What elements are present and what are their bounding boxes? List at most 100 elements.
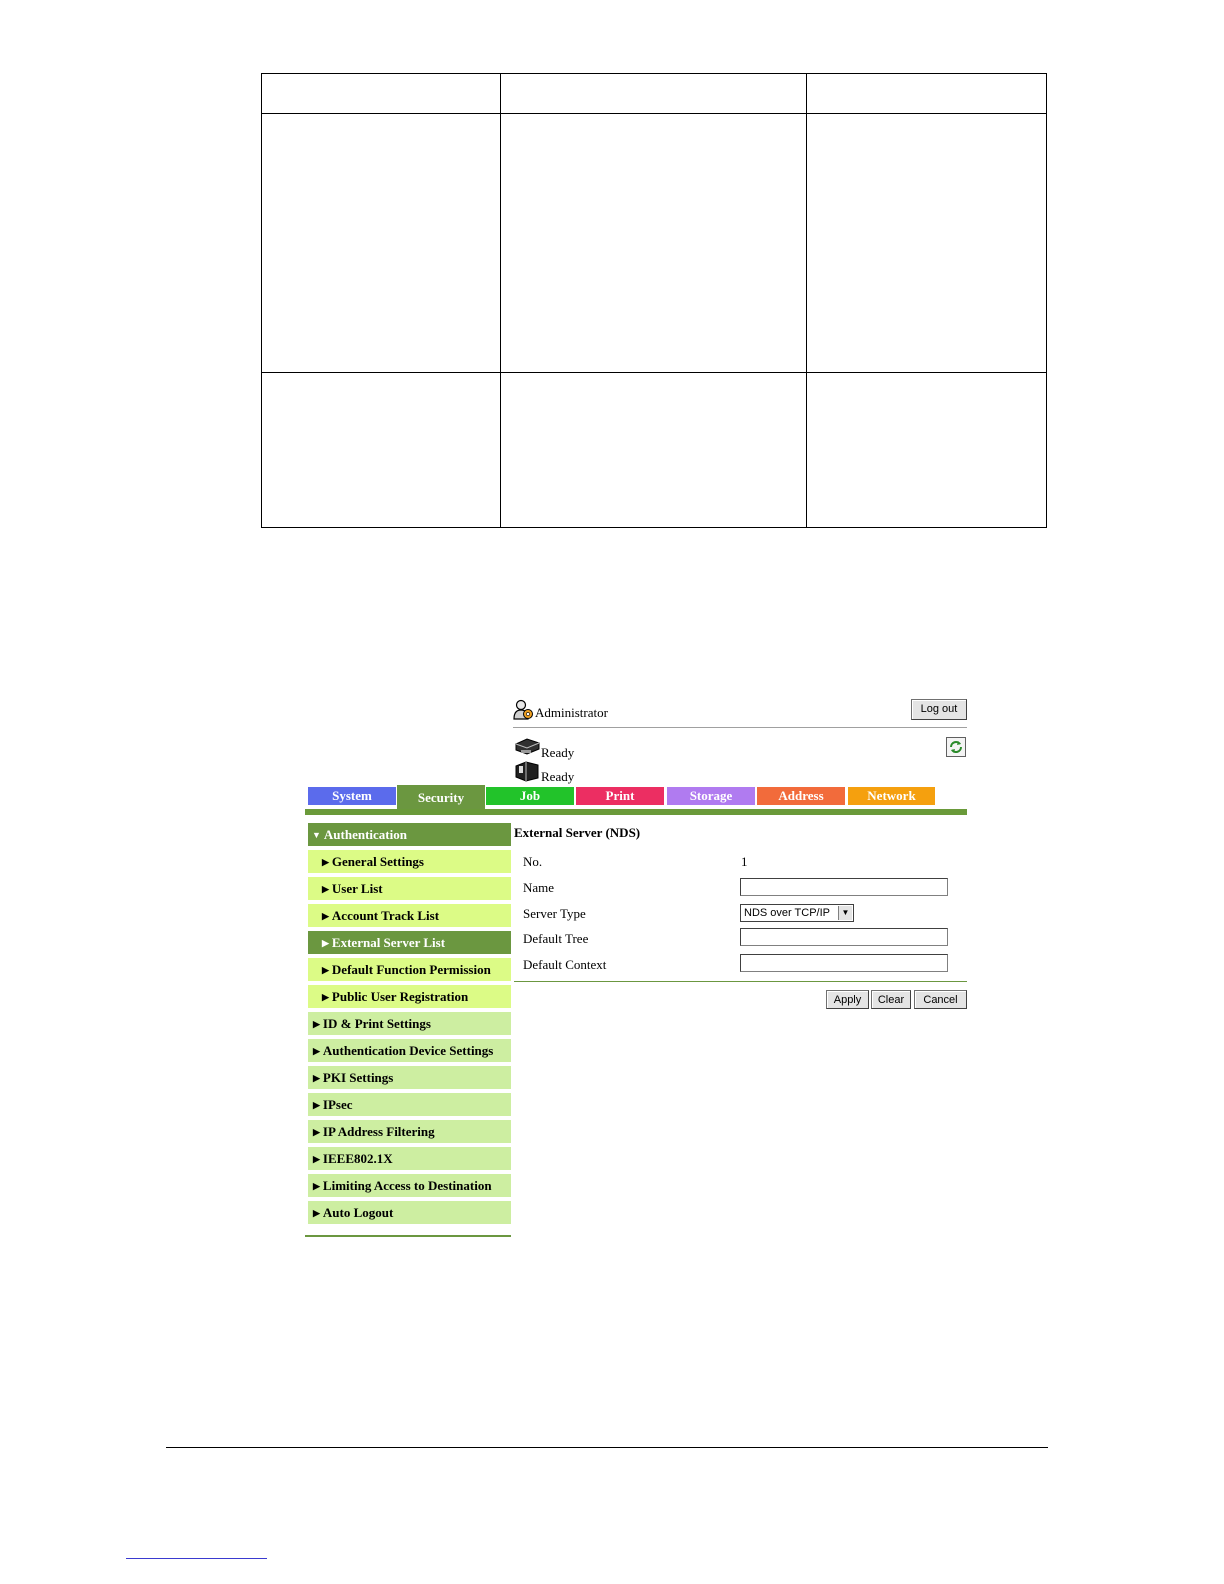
sidebar-item-label: General Settings — [331, 854, 424, 869]
triangle-right-icon: ▶ — [322, 965, 329, 975]
default-context-input[interactable] — [740, 954, 948, 972]
server-type-select[interactable]: NDS over TCP/IP ▼ — [740, 904, 854, 922]
sidebar-item-label: Limiting Access to Destination — [322, 1178, 492, 1193]
tab-label: Address — [778, 788, 824, 803]
table-header-row — [261, 72, 1047, 115]
table-cell — [500, 113, 807, 373]
triangle-right-icon: ▶ — [313, 1019, 320, 1029]
clear-button[interactable]: Clear — [871, 990, 911, 1009]
footer-rule — [166, 1447, 1048, 1448]
printer-icon — [515, 738, 540, 755]
document-tray-icon — [515, 761, 539, 782]
sidebar-item-label: Authentication Device Settings — [322, 1043, 494, 1058]
sidebar-item-label: Account Track List — [331, 908, 440, 923]
sidebar-item-label: User List — [331, 881, 383, 896]
refresh-button[interactable] — [946, 737, 966, 757]
sidebar-item-label: Authentication — [323, 827, 407, 842]
sidebar-item-default-function-permission[interactable]: ▶ Default Function Permission — [308, 958, 511, 981]
triangle-right-icon: ▶ — [322, 938, 329, 948]
sidebar-item-label: Default Function Permission — [331, 962, 491, 977]
triangle-right-icon: ▶ — [313, 1046, 320, 1056]
sidebar-item-ip-address-filtering[interactable]: ▶ IP Address Filtering — [308, 1120, 511, 1143]
tab-system[interactable]: System — [308, 787, 396, 805]
triangle-right-icon: ▶ — [313, 1073, 320, 1083]
sidebar-item-label: Auto Logout — [322, 1205, 394, 1220]
sidebar-item-external-server-list[interactable]: ▶ External Server List — [308, 931, 511, 954]
footer-link-underline — [126, 1558, 267, 1559]
table-cell — [806, 371, 1047, 529]
chevron-down-icon: ▼ — [838, 906, 852, 920]
tab-label: Security — [417, 790, 465, 805]
sidebar-item-account-track-list[interactable]: ▶ Account Track List — [308, 904, 511, 927]
sidebar-item-pki-settings[interactable]: ▶ PKI Settings — [308, 1066, 511, 1089]
printer-status: Ready — [513, 736, 613, 760]
tab-label: Network — [867, 788, 916, 803]
sidebar-item-user-list[interactable]: ▶ User List — [308, 877, 511, 900]
page-title: External Server (NDS) — [514, 825, 641, 840]
fax-status: Ready — [513, 760, 613, 784]
name-label: Name — [523, 880, 555, 895]
tab-job[interactable]: Job — [486, 787, 574, 805]
no-value: 1 — [741, 854, 748, 869]
triangle-right-icon: ▶ — [313, 1181, 320, 1191]
table-cell — [500, 371, 807, 529]
tab-storage[interactable]: Storage — [667, 787, 755, 805]
sidebar-bottom-rule — [305, 1235, 511, 1237]
server-type-value: NDS over TCP/IP — [744, 907, 830, 919]
sidebar-item-label: IP Address Filtering — [322, 1124, 435, 1139]
sidebar-item-public-user-registration[interactable]: ▶ Public User Registration — [308, 985, 511, 1008]
table-cell — [261, 113, 501, 373]
sidebar-item-label: Public User Registration — [331, 989, 469, 1004]
form-divider — [514, 981, 967, 982]
name-input[interactable] — [740, 878, 948, 896]
sidebar-item-ieee8021x[interactable]: ▶ IEEE802.1X — [308, 1147, 511, 1170]
sidebar-item-general-settings[interactable]: ▶ General Settings — [308, 850, 511, 873]
sidebar-item-authentication[interactable]: ▼ Authentication — [308, 823, 511, 846]
printer-status-text: Ready — [541, 745, 575, 760]
sidebar-item-label: IPsec — [322, 1097, 353, 1112]
sidebar-item-ipsec[interactable]: ▶ IPsec — [308, 1093, 511, 1116]
user-label: Administrator — [535, 705, 608, 720]
table-cell — [500, 72, 807, 115]
administrator-icon — [513, 699, 533, 720]
table-cell — [806, 113, 1047, 373]
tab-label: System — [332, 788, 372, 803]
sidebar-item-id-print-settings[interactable]: ▶ ID & Print Settings — [308, 1012, 511, 1035]
sidebar-item-label: External Server List — [331, 935, 446, 950]
tab-label: Print — [605, 788, 635, 803]
cancel-button[interactable]: Cancel — [914, 990, 967, 1009]
table-cell — [806, 72, 1047, 115]
tab-network[interactable]: Network — [848, 787, 935, 805]
triangle-right-icon: ▶ — [313, 1127, 320, 1137]
triangle-right-icon: ▶ — [322, 992, 329, 1002]
tab-security[interactable]: Security — [397, 785, 485, 809]
main-tabs: System Security Job Print Storage Addres… — [305, 785, 967, 817]
tab-address[interactable]: Address — [757, 787, 845, 805]
no-label: No. — [523, 854, 543, 869]
apply-button[interactable]: Apply — [826, 990, 869, 1009]
default-tree-label: Default Tree — [523, 931, 589, 946]
default-tree-input[interactable] — [740, 928, 948, 946]
sidebar-item-label: IEEE802.1X — [322, 1151, 393, 1166]
fax-status-text: Ready — [541, 769, 575, 784]
tab-underline — [305, 809, 967, 815]
sidebar-item-auto-logout[interactable]: ▶ Auto Logout — [308, 1201, 511, 1224]
tab-label: Job — [519, 788, 541, 803]
sidebar-item-authentication-device-settings[interactable]: ▶ Authentication Device Settings — [308, 1039, 511, 1062]
user-header: Administrator Log out — [513, 697, 967, 728]
logout-button[interactable]: Log out — [911, 699, 967, 720]
triangle-right-icon: ▶ — [313, 1154, 320, 1164]
table-row — [261, 371, 1047, 529]
table-cell — [261, 72, 501, 115]
table-cell — [261, 371, 501, 529]
triangle-down-icon: ▼ — [312, 830, 321, 840]
triangle-right-icon: ▶ — [313, 1100, 320, 1110]
table-row — [261, 113, 1047, 373]
sidebar-item-label: ID & Print Settings — [322, 1016, 431, 1031]
empty-table — [261, 72, 1047, 529]
server-type-label: Server Type — [523, 906, 586, 921]
sidebar-item-limiting-access-to-destination[interactable]: ▶ Limiting Access to Destination — [308, 1174, 511, 1197]
tab-label: Storage — [689, 788, 733, 803]
triangle-right-icon: ▶ — [313, 1208, 320, 1218]
tab-print[interactable]: Print — [576, 787, 664, 805]
